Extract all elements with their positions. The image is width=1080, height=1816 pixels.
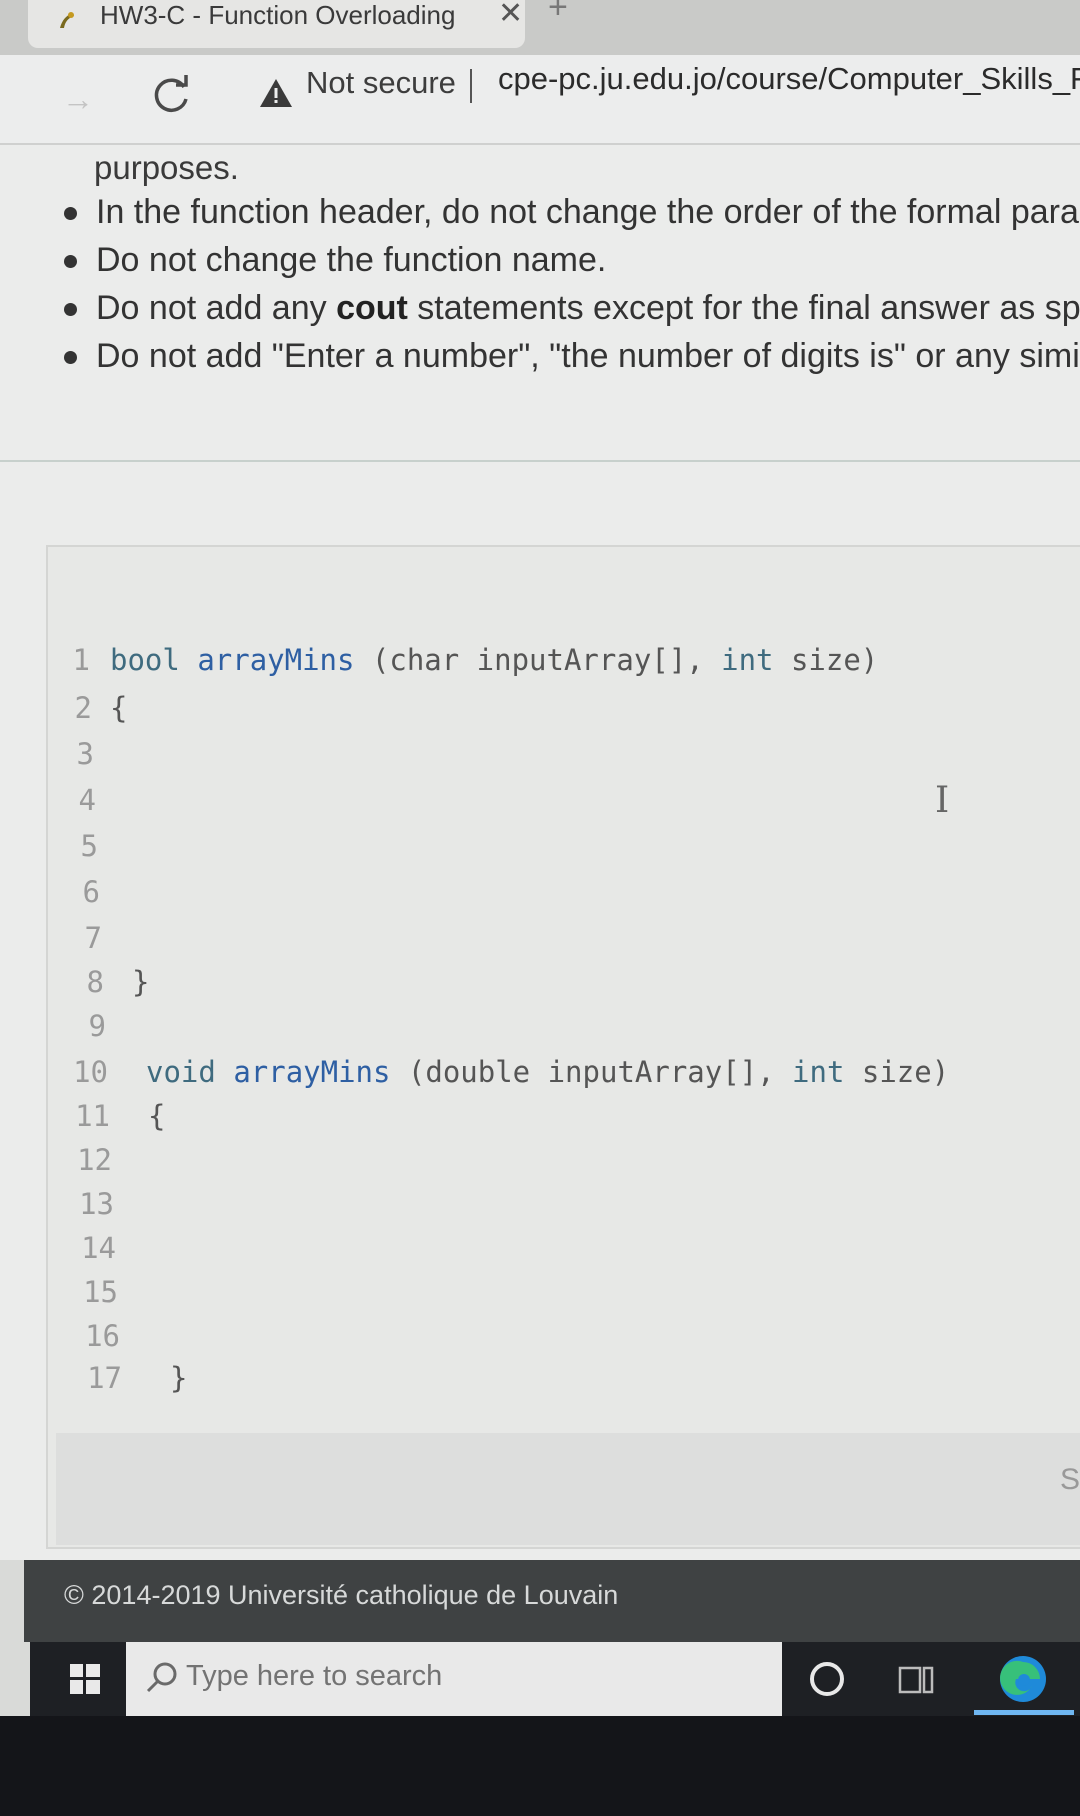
code-line[interactable]: 5	[48, 829, 1078, 871]
code-line[interactable]: 11 {	[48, 1099, 1078, 1141]
line-number: 4	[78, 783, 96, 817]
reload-icon[interactable]	[150, 73, 194, 117]
line-number: 11	[75, 1099, 110, 1133]
address-separator	[470, 69, 472, 103]
taskbar-search-box[interactable]: Type here to search	[126, 1642, 782, 1716]
url-field[interactable]: cpe-pc.ju.edu.jo/course/Computer_Skills_…	[498, 61, 1080, 97]
code-line[interactable]: 4	[48, 783, 1078, 825]
code-line[interactable]: 9	[48, 1009, 1078, 1051]
moodle-favicon-icon	[60, 12, 74, 28]
tab-close-button[interactable]: ✕	[498, 0, 523, 31]
bullet-dot	[64, 255, 77, 268]
line-number: 2	[74, 691, 92, 725]
monitor-bezel	[0, 1716, 1080, 1816]
line-number: 17	[87, 1361, 122, 1395]
line-number: 9	[88, 1009, 106, 1043]
code-line[interactable]: 6	[48, 875, 1078, 917]
line-number: 15	[83, 1275, 118, 1309]
page-footer: © 2014-2019 Université catholique de Lou…	[24, 1560, 1080, 1642]
task-view-icon[interactable]	[898, 1664, 934, 1696]
browser-tab[interactable]: HW3-C - Function Overloading ✕	[28, 0, 525, 48]
active-app-indicator	[974, 1710, 1074, 1715]
warning-icon[interactable]	[258, 77, 294, 109]
forward-arrow-icon[interactable]: →	[62, 81, 94, 118]
code-line[interactable]: 10 void arrayMins (double inputArray[], …	[48, 1055, 1078, 1097]
instructions: purposes. In the function header, do not…	[0, 145, 1080, 475]
code-line[interactable]: 3	[48, 737, 1078, 779]
line-number: 12	[77, 1143, 112, 1177]
line-number: 1	[72, 643, 90, 677]
address-bar: → Not secure cpe-pc.ju.edu.jo/course/Com…	[0, 55, 1080, 145]
section-divider	[0, 460, 1080, 462]
line-number: 13	[79, 1187, 114, 1221]
code-line[interactable]: 16	[48, 1319, 1078, 1361]
windows-start-icon[interactable]	[70, 1664, 100, 1694]
line-number: 7	[84, 921, 102, 955]
instruction-continuation: purposes.	[94, 149, 239, 186]
line-number: 5	[80, 829, 98, 863]
new-tab-button[interactable]: +	[548, 0, 568, 27]
code-editor[interactable]: 1 bool arrayMins (char inputArray[], int…	[46, 545, 1080, 1549]
search-placeholder: Type here to search	[186, 1660, 443, 1692]
code-line[interactable]: 17 }	[48, 1361, 1078, 1403]
line-number: 14	[81, 1231, 116, 1265]
search-icon	[146, 1662, 177, 1693]
bullet-dot	[64, 351, 77, 364]
code-line[interactable]: 8 }	[48, 965, 1078, 1007]
code-line[interactable]: 13	[48, 1187, 1078, 1229]
bullet-dot	[64, 303, 77, 316]
page-content: purposes. In the function header, do not…	[0, 145, 1080, 1560]
edge-browser-icon[interactable]	[998, 1654, 1048, 1704]
line-number: 10	[73, 1055, 108, 1089]
line-number: 6	[82, 875, 100, 909]
code-line[interactable]: 7	[48, 921, 1078, 963]
text-cursor-icon: I	[935, 780, 950, 821]
code-line[interactable]: 15	[48, 1275, 1078, 1317]
code-line[interactable]: 2 {	[48, 691, 1078, 733]
code-line[interactable]: 12	[48, 1143, 1078, 1185]
copyright-text: © 2014-2019 Université catholique de Lou…	[64, 1580, 619, 1610]
windows-taskbar: Type here to search	[30, 1642, 1080, 1716]
not-secure-label[interactable]: Not secure	[306, 65, 456, 101]
code-line[interactable]: 14	[48, 1231, 1078, 1273]
line-number: 16	[85, 1319, 120, 1353]
cortana-icon[interactable]	[810, 1662, 844, 1696]
browser-tab-strip: HW3-C - Function Overloading ✕ +	[0, 0, 1080, 55]
submit-button-edge[interactable]: S	[1060, 1463, 1080, 1497]
bullet-dot	[64, 207, 77, 220]
cout-keyword: cout	[336, 289, 408, 327]
line-number: 3	[76, 737, 94, 771]
line-number: 8	[86, 965, 104, 999]
code-line[interactable]: 1 bool arrayMins (char inputArray[], int…	[48, 643, 1078, 685]
submit-area[interactable]: S	[56, 1433, 1080, 1545]
tab-title: HW3-C - Function Overloading	[100, 0, 456, 30]
